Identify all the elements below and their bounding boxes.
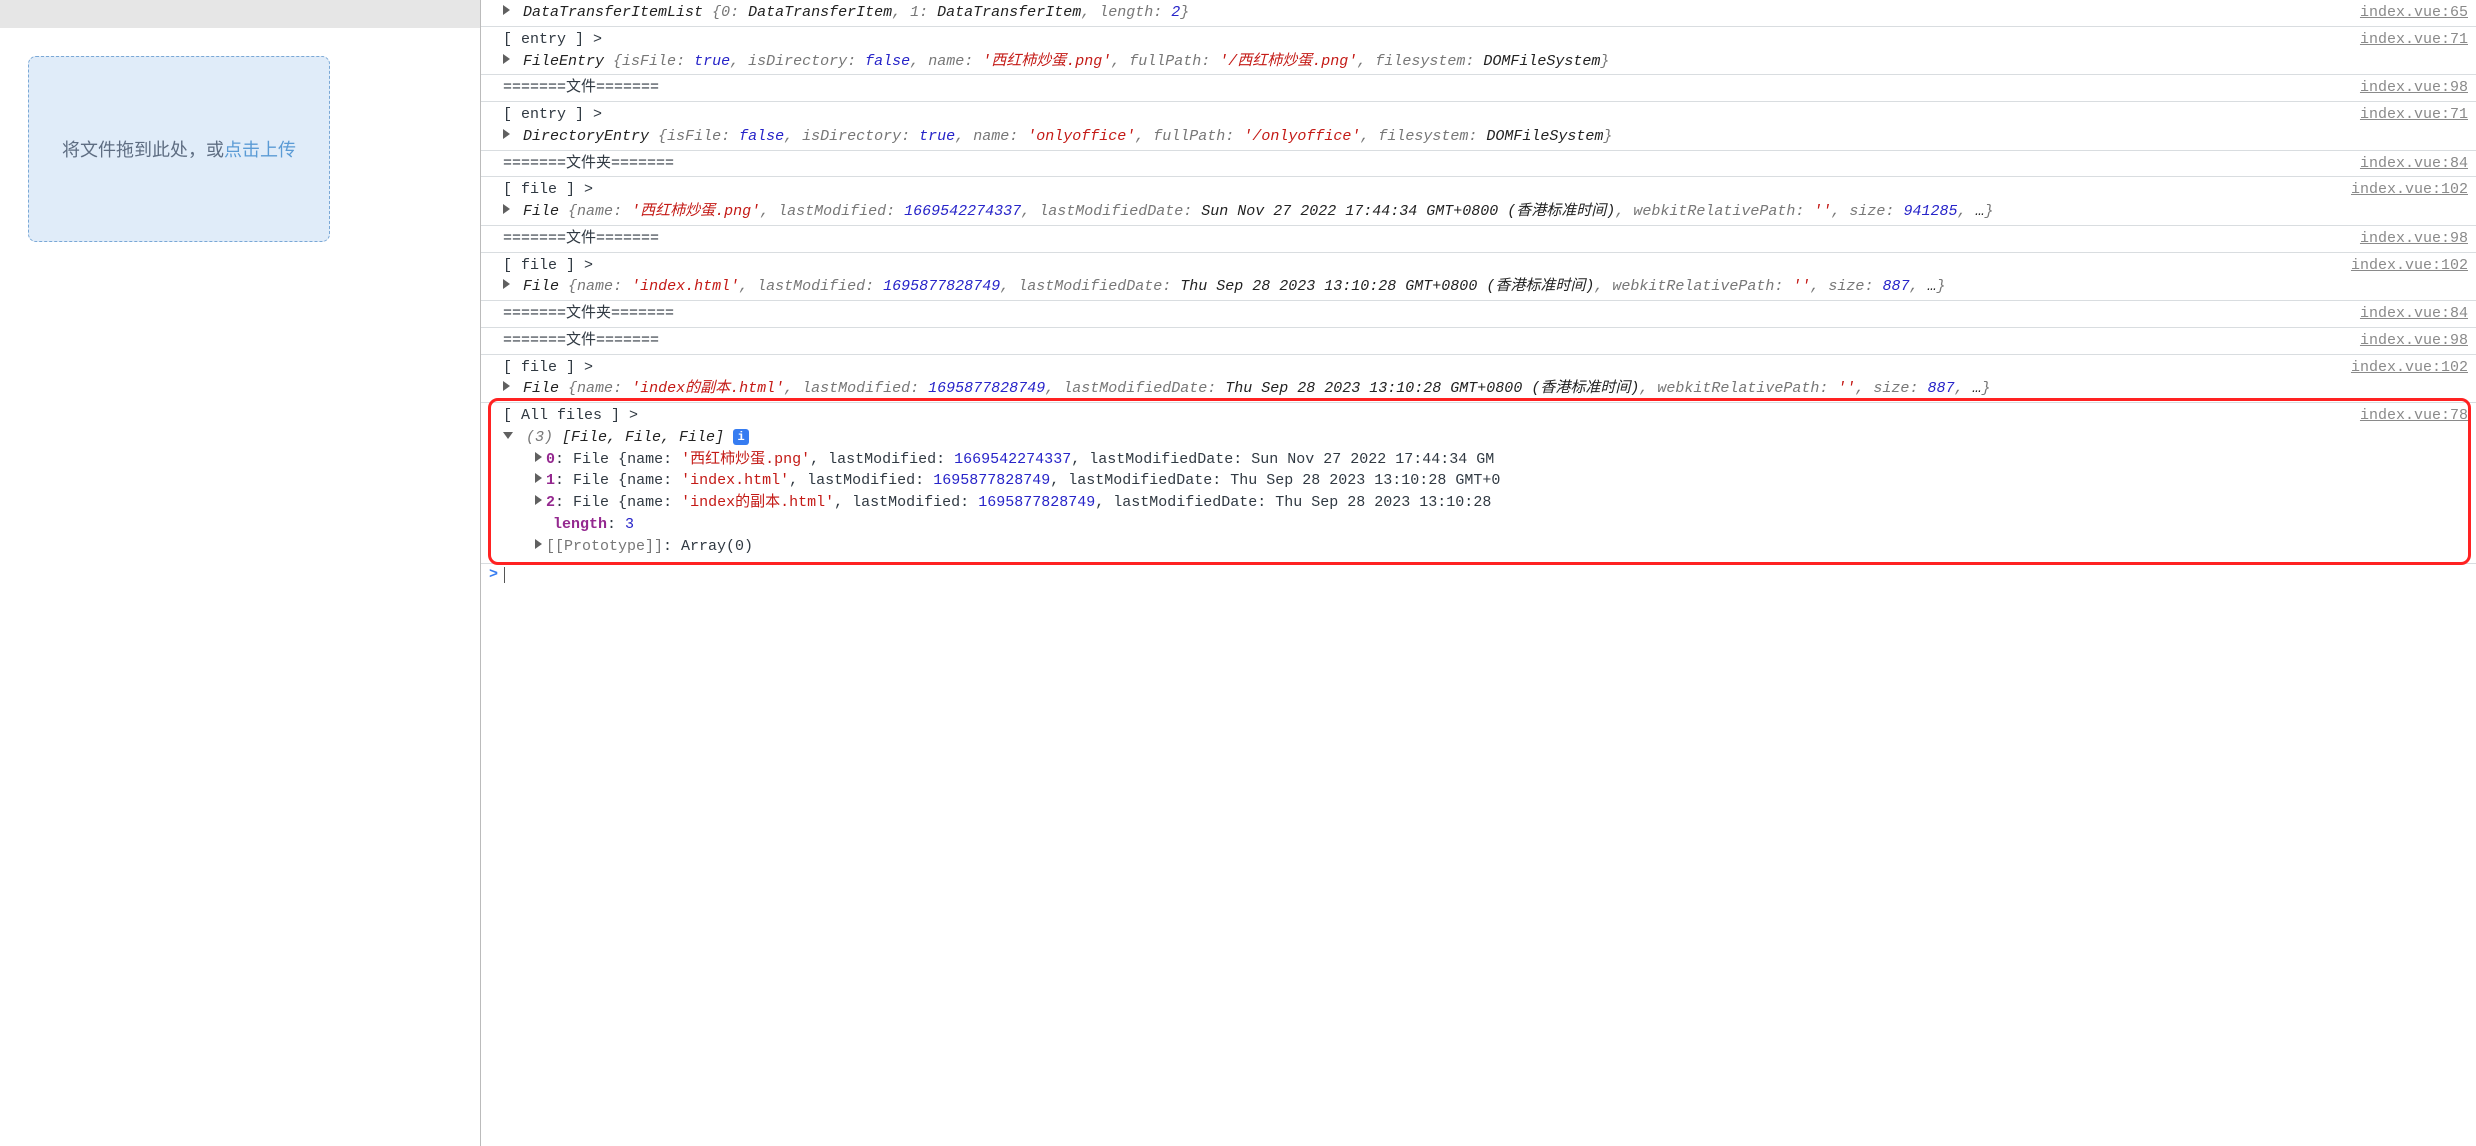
console-row[interactable]: =======文件======= index.vue:98 [481, 74, 2476, 101]
length-prop: length: 3 [503, 514, 2348, 536]
source-link[interactable]: index.vue:102 [2351, 357, 2468, 401]
console-panel: DataTransferItemList {0: DataTransferIte… [480, 0, 2476, 1146]
upload-dropzone[interactable]: 将文件拖到此处，或点击上传 [28, 56, 330, 242]
prototype-prop[interactable]: [[Prototype]]: Array(0) [503, 536, 2348, 558]
source-link[interactable]: index.vue:84 [2360, 303, 2468, 325]
expand-icon[interactable] [503, 54, 510, 64]
prompt-caret-icon: > [489, 566, 498, 583]
console-row-allfiles[interactable]: [ All files ] > (3) [File, File, File] i… [481, 402, 2476, 563]
console-row[interactable]: DataTransferItemList {0: DataTransferIte… [481, 0, 2476, 26]
upload-click-link[interactable]: 点击上传 [224, 140, 296, 160]
input-cursor [504, 567, 505, 583]
source-link[interactable]: index.vue:98 [2360, 77, 2468, 99]
expand-icon[interactable] [503, 129, 510, 139]
entry-label: [ entry ] > [503, 31, 602, 48]
collapse-icon[interactable] [503, 432, 513, 439]
console-row[interactable]: [ file ] > File {name: 'index的副本.html', … [481, 354, 2476, 403]
console-row[interactable]: =======文件夹======= index.vue:84 [481, 150, 2476, 177]
left-topbar [0, 0, 480, 28]
console-row[interactable]: =======文件======= index.vue:98 [481, 327, 2476, 354]
left-panel: 将文件拖到此处，或点击上传 [0, 0, 480, 1146]
expand-icon[interactable] [503, 5, 510, 15]
console-row[interactable]: =======文件======= index.vue:98 [481, 225, 2476, 252]
console-row[interactable]: [ entry ] > DirectoryEntry {isFile: fals… [481, 101, 2476, 150]
console-row[interactable]: [ file ] > File {name: '西红柿炒蛋.png', last… [481, 176, 2476, 225]
expand-icon[interactable] [535, 452, 542, 462]
expand-icon[interactable] [503, 279, 510, 289]
expand-icon[interactable] [503, 204, 510, 214]
console-row[interactable]: [ file ] > File {name: 'index.html', las… [481, 252, 2476, 301]
info-icon[interactable]: i [733, 429, 749, 445]
left-body: 将文件拖到此处，或点击上传 [0, 28, 480, 1146]
source-link[interactable]: index.vue:78 [2360, 405, 2468, 557]
expand-icon[interactable] [503, 381, 510, 391]
array-item[interactable]: 2: File {name: 'index的副本.html', lastModi… [503, 492, 2348, 514]
upload-drag-text: 将文件拖到此处，或 [62, 140, 224, 160]
expand-icon[interactable] [535, 473, 542, 483]
array-item[interactable]: 1: File {name: 'index.html', lastModifie… [503, 470, 2348, 492]
source-link[interactable]: index.vue:71 [2360, 104, 2468, 148]
source-link[interactable]: index.vue:98 [2360, 330, 2468, 352]
console-row[interactable]: [ entry ] > FileEntry {isFile: true, isD… [481, 26, 2476, 75]
console-row[interactable]: =======文件夹======= index.vue:84 [481, 300, 2476, 327]
source-link[interactable]: index.vue:71 [2360, 29, 2468, 73]
source-link[interactable]: index.vue:102 [2351, 179, 2468, 223]
expand-icon[interactable] [535, 539, 542, 549]
source-link[interactable]: index.vue:98 [2360, 228, 2468, 250]
object-class: DataTransferItemList [523, 4, 712, 21]
source-link[interactable]: index.vue:84 [2360, 153, 2468, 175]
source-link[interactable]: index.vue:65 [2360, 2, 2468, 24]
source-link[interactable]: index.vue:102 [2351, 255, 2468, 299]
console-prompt[interactable]: > [481, 563, 2476, 585]
array-item[interactable]: 0: File {name: '西红柿炒蛋.png', lastModified… [503, 449, 2348, 471]
expand-icon[interactable] [535, 495, 542, 505]
